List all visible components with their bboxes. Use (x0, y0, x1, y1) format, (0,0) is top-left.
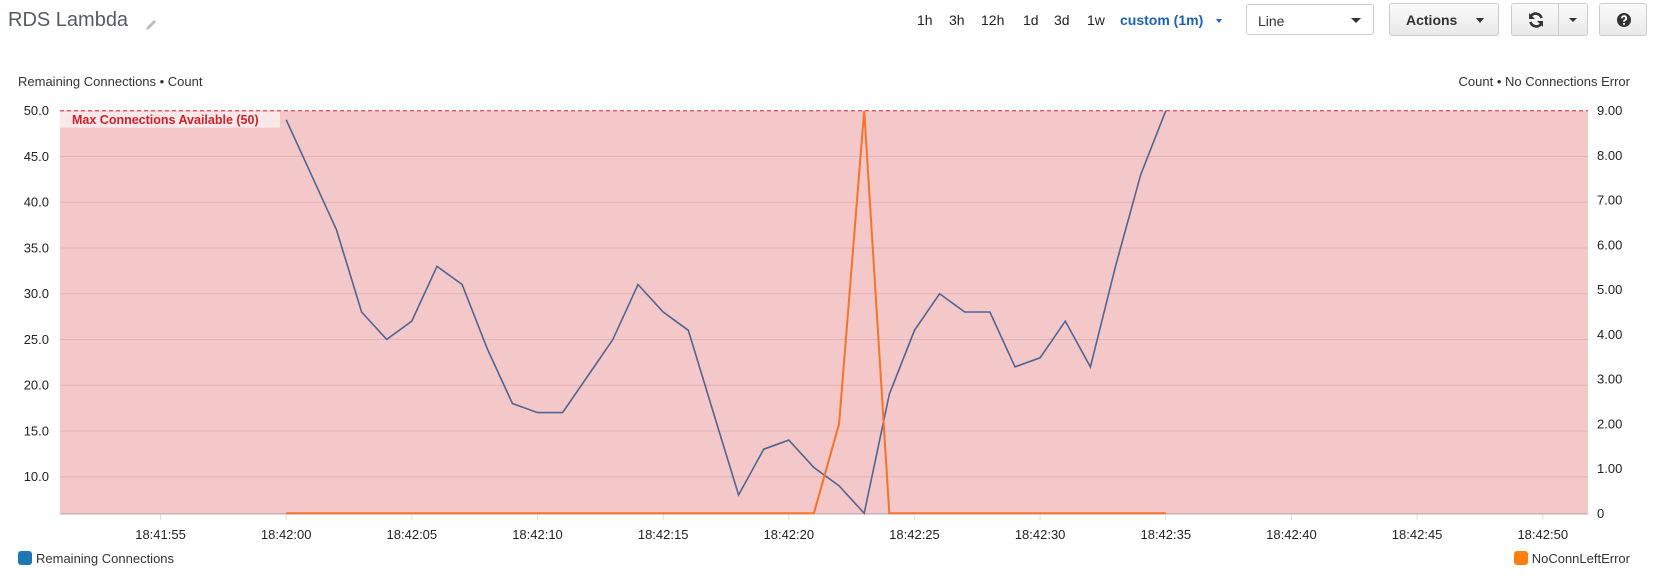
line-chart: Max Connections Available (50) 18:41:55 1… (24, 103, 1623, 542)
y-right-tick-label: 4.00 (1597, 327, 1622, 342)
y-right-tick-label: 1.00 (1597, 461, 1622, 476)
y-left-tick-label: 45.0 (24, 149, 49, 164)
y-left-tick-label: 50.0 (24, 103, 49, 118)
x-tick-label: 18:42:45 (1392, 527, 1443, 542)
x-tick-label: 18:41:55 (135, 527, 186, 542)
y-right-tick-label: 5.00 (1597, 282, 1622, 297)
x-tick-label: 18:42:35 (1140, 527, 1191, 542)
y-right-tick-label: 8.00 (1597, 148, 1622, 163)
x-tick-label: 18:42:40 (1266, 527, 1317, 542)
y-left-tick-label: 40.0 (24, 195, 49, 210)
y-right-tick-label: 9.00 (1597, 103, 1622, 118)
y-left-tick-label: 10.0 (24, 469, 49, 484)
legend-label: NoConnLeftError (1531, 551, 1630, 566)
y-left-tick-label: 25.0 (24, 332, 49, 347)
y-left-tick-label: 15.0 (24, 423, 49, 438)
legend-swatch-error (1513, 551, 1528, 565)
x-tick-label: 18:42:50 (1517, 527, 1568, 542)
y-right-tick-label: 6.00 (1597, 237, 1622, 252)
legend-swatch-remaining (18, 551, 32, 565)
x-tick-label: 18:42:30 (1015, 527, 1066, 542)
x-tick-label: 18:42:15 (638, 527, 689, 542)
y-left-tick-label: 35.0 (24, 240, 49, 255)
y-left-tick-label: 20.0 (24, 378, 49, 393)
y-right-tick-label: 7.00 (1597, 193, 1622, 208)
y-right-tick-label: 3.00 (1597, 372, 1622, 387)
y-left-tick-label: 30.0 (24, 286, 49, 301)
x-tick-label: 18:42:10 (512, 527, 563, 542)
y-right-tick-label: 2.00 (1597, 416, 1622, 431)
x-tick-label: 18:42:25 (889, 527, 940, 542)
x-tick-label: 18:42:05 (387, 527, 438, 542)
x-tick-label: 18:42:20 (764, 527, 815, 542)
threshold-label: Max Connections Available (50) (72, 113, 259, 127)
x-tick-label: 18:42:00 (261, 527, 312, 542)
y-right-tick-label: 0 (1597, 506, 1604, 521)
legend-remaining-connections[interactable]: Remaining Connections (18, 551, 174, 566)
legend-label: Remaining Connections (36, 551, 175, 566)
legend-noconnlefterror[interactable]: NoConnLeftError (1513, 551, 1630, 566)
threshold-area (60, 110, 1588, 514)
